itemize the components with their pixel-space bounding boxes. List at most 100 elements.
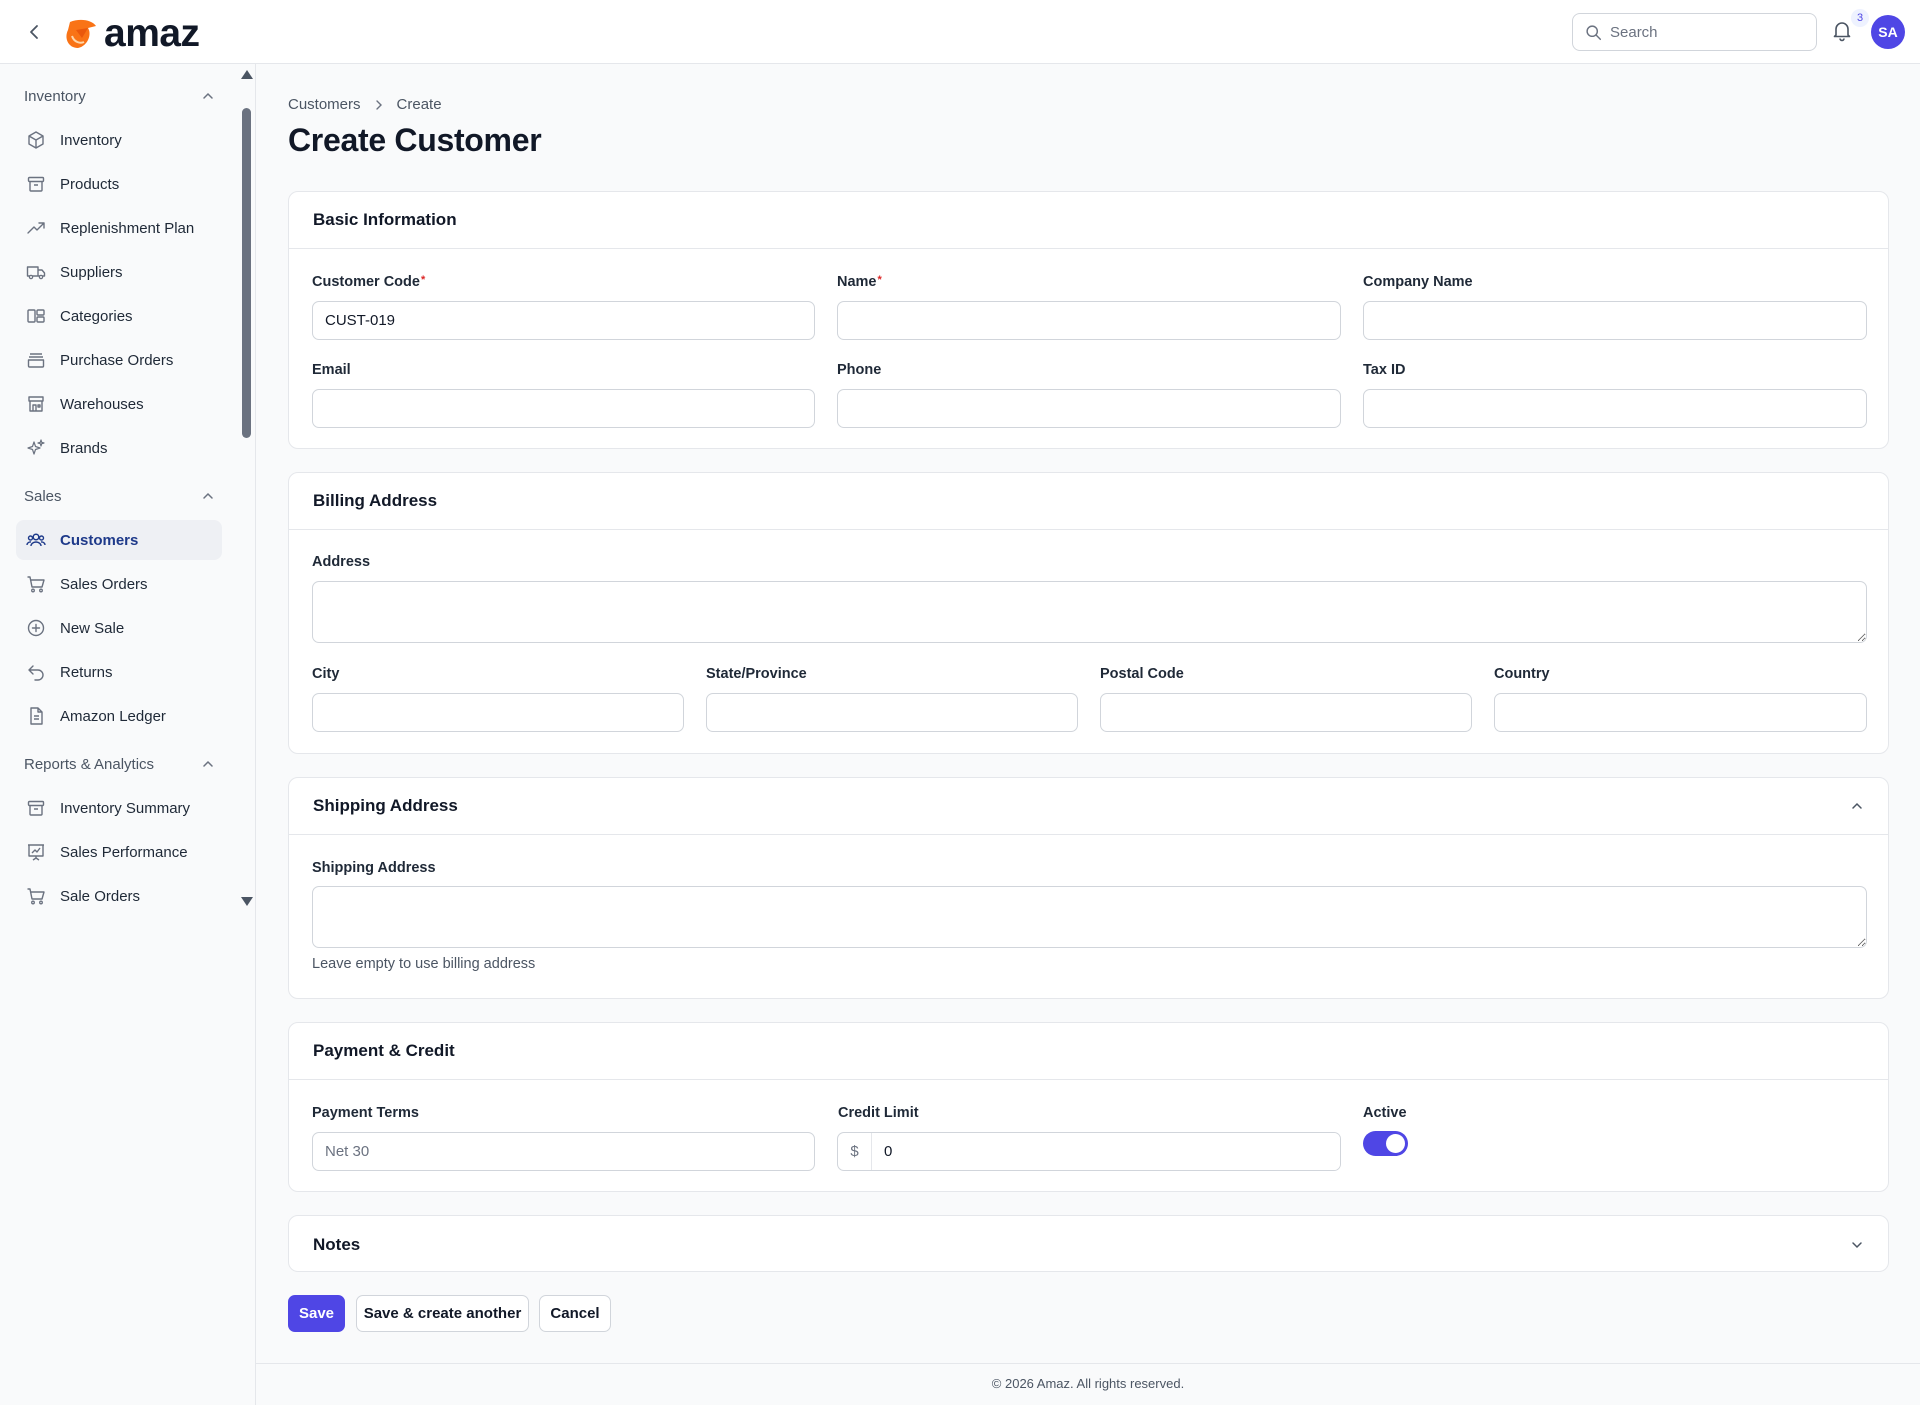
arrow-uturn-left-icon [25, 661, 47, 683]
sidebar-item-suppliers[interactable]: Suppliers [16, 252, 222, 292]
sidebar-item-purchase-orders[interactable]: Purchase Orders [16, 340, 222, 380]
sidebar-item-label: New Sale [60, 619, 125, 637]
sidebar-item-replenishment-plan[interactable]: Replenishment Plan [16, 208, 222, 248]
phone-input[interactable] [837, 389, 1341, 428]
sidebar-item-categories[interactable]: Categories [16, 296, 222, 336]
shipping-card-header[interactable]: Shipping Address [289, 778, 1888, 835]
top-bar: amaz 3 SA [0, 0, 1920, 64]
save-create-another-button[interactable]: Save & create another [356, 1295, 529, 1332]
page-title: Create Customer [288, 122, 542, 158]
sidebar-item-sale-orders[interactable]: Sale Orders [16, 876, 222, 916]
shipping-address-hint: Leave empty to use billing address [312, 956, 536, 972]
sidebar-item-amazon-ledger[interactable]: Amazon Ledger [16, 696, 222, 736]
notes-card: Notes [288, 1215, 1889, 1272]
name-input[interactable] [837, 301, 1341, 340]
card-header: Basic Information [289, 192, 1888, 249]
required-marker: * [877, 274, 882, 286]
chevron-up-icon[interactable] [1850, 799, 1864, 813]
postal-code-input[interactable] [1100, 693, 1472, 732]
sidebar-group-label: Sales [24, 487, 62, 505]
sidebar-group-reports[interactable]: Reports & Analytics [24, 752, 214, 776]
logo-text: amaz [104, 12, 200, 55]
breadcrumb: Customers Create [288, 96, 442, 113]
squares-icon [25, 305, 47, 327]
sidebar-item-label: Replenishment Plan [60, 219, 195, 237]
customer-code-input[interactable] [312, 301, 815, 340]
phone-label: Phone [837, 362, 882, 378]
toggle-knob [1386, 1134, 1405, 1153]
email-label: Email [312, 362, 351, 378]
sidebar-item-products[interactable]: Products [16, 164, 222, 204]
shipping-address-textarea[interactable] [312, 886, 1867, 948]
sidebar-item-brands[interactable]: Brands [16, 428, 222, 468]
notes-card-header[interactable]: Notes [289, 1216, 1888, 1273]
sparkles-icon [25, 437, 47, 459]
sidebar-item-label: Amazon Ledger [60, 707, 166, 725]
sidebar-item-returns[interactable]: Returns [16, 652, 222, 692]
label-text: Customer Code [312, 274, 420, 290]
sidebar: Inventory Inventory Products Replenishme… [0, 64, 256, 1405]
card-title: Basic Information [313, 210, 457, 229]
card-title: Payment & Credit [313, 1041, 455, 1060]
sidebar-item-label: Sale Orders [60, 887, 141, 905]
credit-limit-field: $ [837, 1132, 1341, 1171]
chevron-down-icon[interactable] [1850, 1238, 1864, 1252]
country-label: Country [1494, 666, 1550, 682]
user-avatar[interactable]: SA [1871, 15, 1905, 49]
save-button[interactable]: Save [288, 1295, 345, 1332]
city-input[interactable] [312, 693, 684, 732]
sidebar-item-customers[interactable]: Customers [16, 520, 222, 560]
scroll-down-arrow-icon[interactable] [241, 897, 253, 906]
sidebar-item-inventory[interactable]: Inventory [16, 120, 222, 160]
country-input[interactable] [1494, 693, 1867, 732]
back-button[interactable] [22, 20, 46, 44]
sidebar-item-new-sale[interactable]: New Sale [16, 608, 222, 648]
city-label: City [312, 666, 340, 682]
sidebar-group-sales[interactable]: Sales [24, 484, 214, 508]
scroll-up-arrow-icon[interactable] [241, 70, 253, 79]
chevron-right-icon [373, 99, 385, 111]
archive-box-icon [25, 173, 47, 195]
sidebar-item-label: Purchase Orders [60, 351, 174, 369]
currency-prefix: $ [838, 1133, 872, 1170]
card-title: Billing Address [313, 491, 438, 510]
search-icon [1586, 24, 1602, 40]
sidebar-item-label: Sales Performance [60, 843, 188, 861]
credit-limit-input[interactable] [872, 1133, 1340, 1170]
sidebar-item-sales-performance[interactable]: Sales Performance [16, 832, 222, 872]
search-box[interactable] [1572, 13, 1817, 51]
search-input[interactable] [1610, 23, 1800, 41]
payment-terms-input[interactable] [312, 1132, 815, 1171]
email-input[interactable] [312, 389, 815, 428]
sidebar-item-label: Customers [60, 531, 139, 549]
state-province-input[interactable] [706, 693, 1078, 732]
sidebar-item-warehouses[interactable]: Warehouses [16, 384, 222, 424]
sidebar-group-label: Reports & Analytics [24, 755, 155, 773]
app-logo[interactable]: amaz [62, 12, 200, 56]
plus-circle-icon [25, 617, 47, 639]
sidebar-group-label: Inventory [24, 87, 86, 105]
sidebar-item-label: Inventory Summary [60, 799, 191, 817]
sidebar-item-label: Warehouses [60, 395, 144, 413]
sidebar-item-label: Products [60, 175, 120, 193]
billing-address-textarea[interactable] [312, 581, 1867, 643]
sidebar-item-label: Brands [60, 439, 108, 457]
shipping-address-card: Shipping Address Shipping Address Leave … [288, 777, 1889, 999]
sidebar-group-inventory[interactable]: Inventory [24, 84, 214, 108]
company-name-input[interactable] [1363, 301, 1867, 340]
name-label: Name* [837, 274, 882, 290]
tax-id-input[interactable] [1363, 389, 1867, 428]
archive-box-icon [25, 797, 47, 819]
sidebar-item-label: Categories [60, 307, 133, 325]
truck-icon [25, 261, 47, 283]
active-toggle[interactable] [1363, 1131, 1408, 1156]
cancel-button[interactable]: Cancel [539, 1295, 611, 1332]
logo-mark-icon [66, 19, 96, 48]
sidebar-scrollbar-thumb[interactable] [242, 108, 251, 438]
trending-up-icon [25, 217, 47, 239]
sidebar-item-sales-orders[interactable]: Sales Orders [16, 564, 222, 604]
inbox-stack-icon [25, 349, 47, 371]
sidebar-item-inventory-summary[interactable]: Inventory Summary [16, 788, 222, 828]
notification-count-badge: 3 [1851, 9, 1869, 27]
breadcrumb-link-customers[interactable]: Customers [288, 96, 361, 113]
